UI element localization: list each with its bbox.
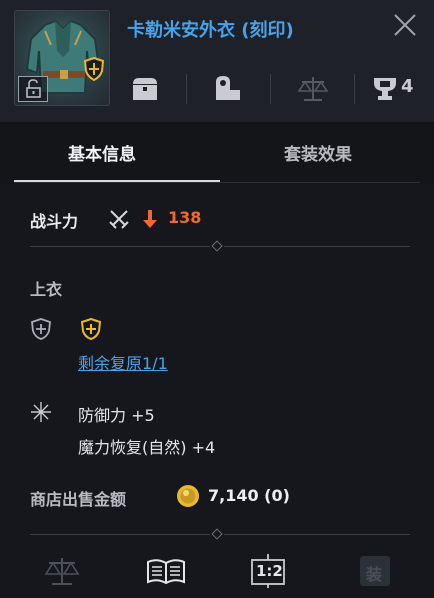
scale-icon — [44, 558, 80, 585]
tab-set-effect[interactable]: 套装效果 — [284, 140, 352, 165]
divider — [30, 246, 210, 247]
tab-basic-info[interactable]: 基本信息 — [68, 140, 136, 165]
shop-sell-label: 商店出售金额 — [30, 490, 127, 509]
restore-remaining-link[interactable]: 剩余复原1/1 — [78, 350, 168, 374]
divider — [224, 246, 410, 247]
tab-bar: 基本信息 套装效果 — [0, 122, 434, 184]
stat-mana-regen: 魔力恢复(自然) +4 — [78, 438, 216, 457]
scale-icon — [297, 77, 329, 101]
split-ratio-label: 1:2 — [256, 562, 283, 580]
toolbar-separator — [186, 74, 187, 104]
scale-button[interactable] — [296, 72, 330, 106]
trophy-button[interactable] — [368, 72, 402, 106]
divider — [224, 534, 410, 535]
combat-power-value: 138 — [168, 208, 202, 227]
engrave-shield-icon — [80, 318, 102, 340]
gold-coin-icon — [177, 485, 199, 507]
combat-power-label: 战斗力 — [30, 212, 79, 231]
equip-button[interactable]: 装 — [358, 554, 394, 588]
trophy-icon — [374, 78, 396, 100]
toolbar-separator — [270, 74, 271, 104]
sparkle-icon — [31, 402, 51, 422]
item-header: 卡勒米安外衣 (刻印) 4 — [0, 0, 434, 122]
tab-divider — [14, 182, 420, 183]
arrow-down-icon — [143, 210, 157, 228]
engrave-shield-icon — [83, 57, 105, 81]
shop-sell-value: 7,140 (0) — [208, 486, 290, 505]
divider-diamond — [211, 528, 223, 540]
encyclopedia-button[interactable] — [146, 554, 185, 588]
shield-outline-icon — [31, 318, 51, 340]
lock-toggle[interactable] — [18, 76, 48, 102]
combat-power-row: 战斗力 138 — [30, 208, 410, 232]
compare-button[interactable] — [44, 554, 80, 588]
split-button[interactable]: 1:2 — [248, 554, 288, 588]
item-title: 卡勒米安外衣 (刻印) — [127, 20, 294, 41]
bottom-action-bar: 1:2 装 — [0, 540, 434, 598]
chest-icon — [133, 78, 157, 100]
equip-label: 装 — [366, 565, 383, 584]
divider-diamond — [211, 240, 223, 252]
npc-button[interactable] — [210, 72, 244, 106]
unlock-icon — [26, 79, 41, 98]
chest-button[interactable] — [128, 72, 162, 106]
divider — [30, 534, 210, 535]
slot-type-label: 上衣 — [30, 280, 63, 299]
stat-defense: 防御力 +5 — [78, 406, 155, 425]
npc-icon — [216, 76, 240, 100]
trophy-count: 4 — [401, 76, 414, 97]
close-button[interactable] — [388, 8, 422, 42]
open-book-icon — [147, 559, 185, 585]
item-tooltip-panel: 卡勒米安外衣 (刻印) 4 基本信息 套装效果 战斗力 138 上衣 剩余复原1… — [0, 0, 434, 598]
crossed-swords-icon — [109, 210, 129, 229]
item-toolbar: 4 — [114, 66, 434, 110]
toolbar-separator — [354, 74, 355, 104]
close-icon — [394, 14, 416, 36]
